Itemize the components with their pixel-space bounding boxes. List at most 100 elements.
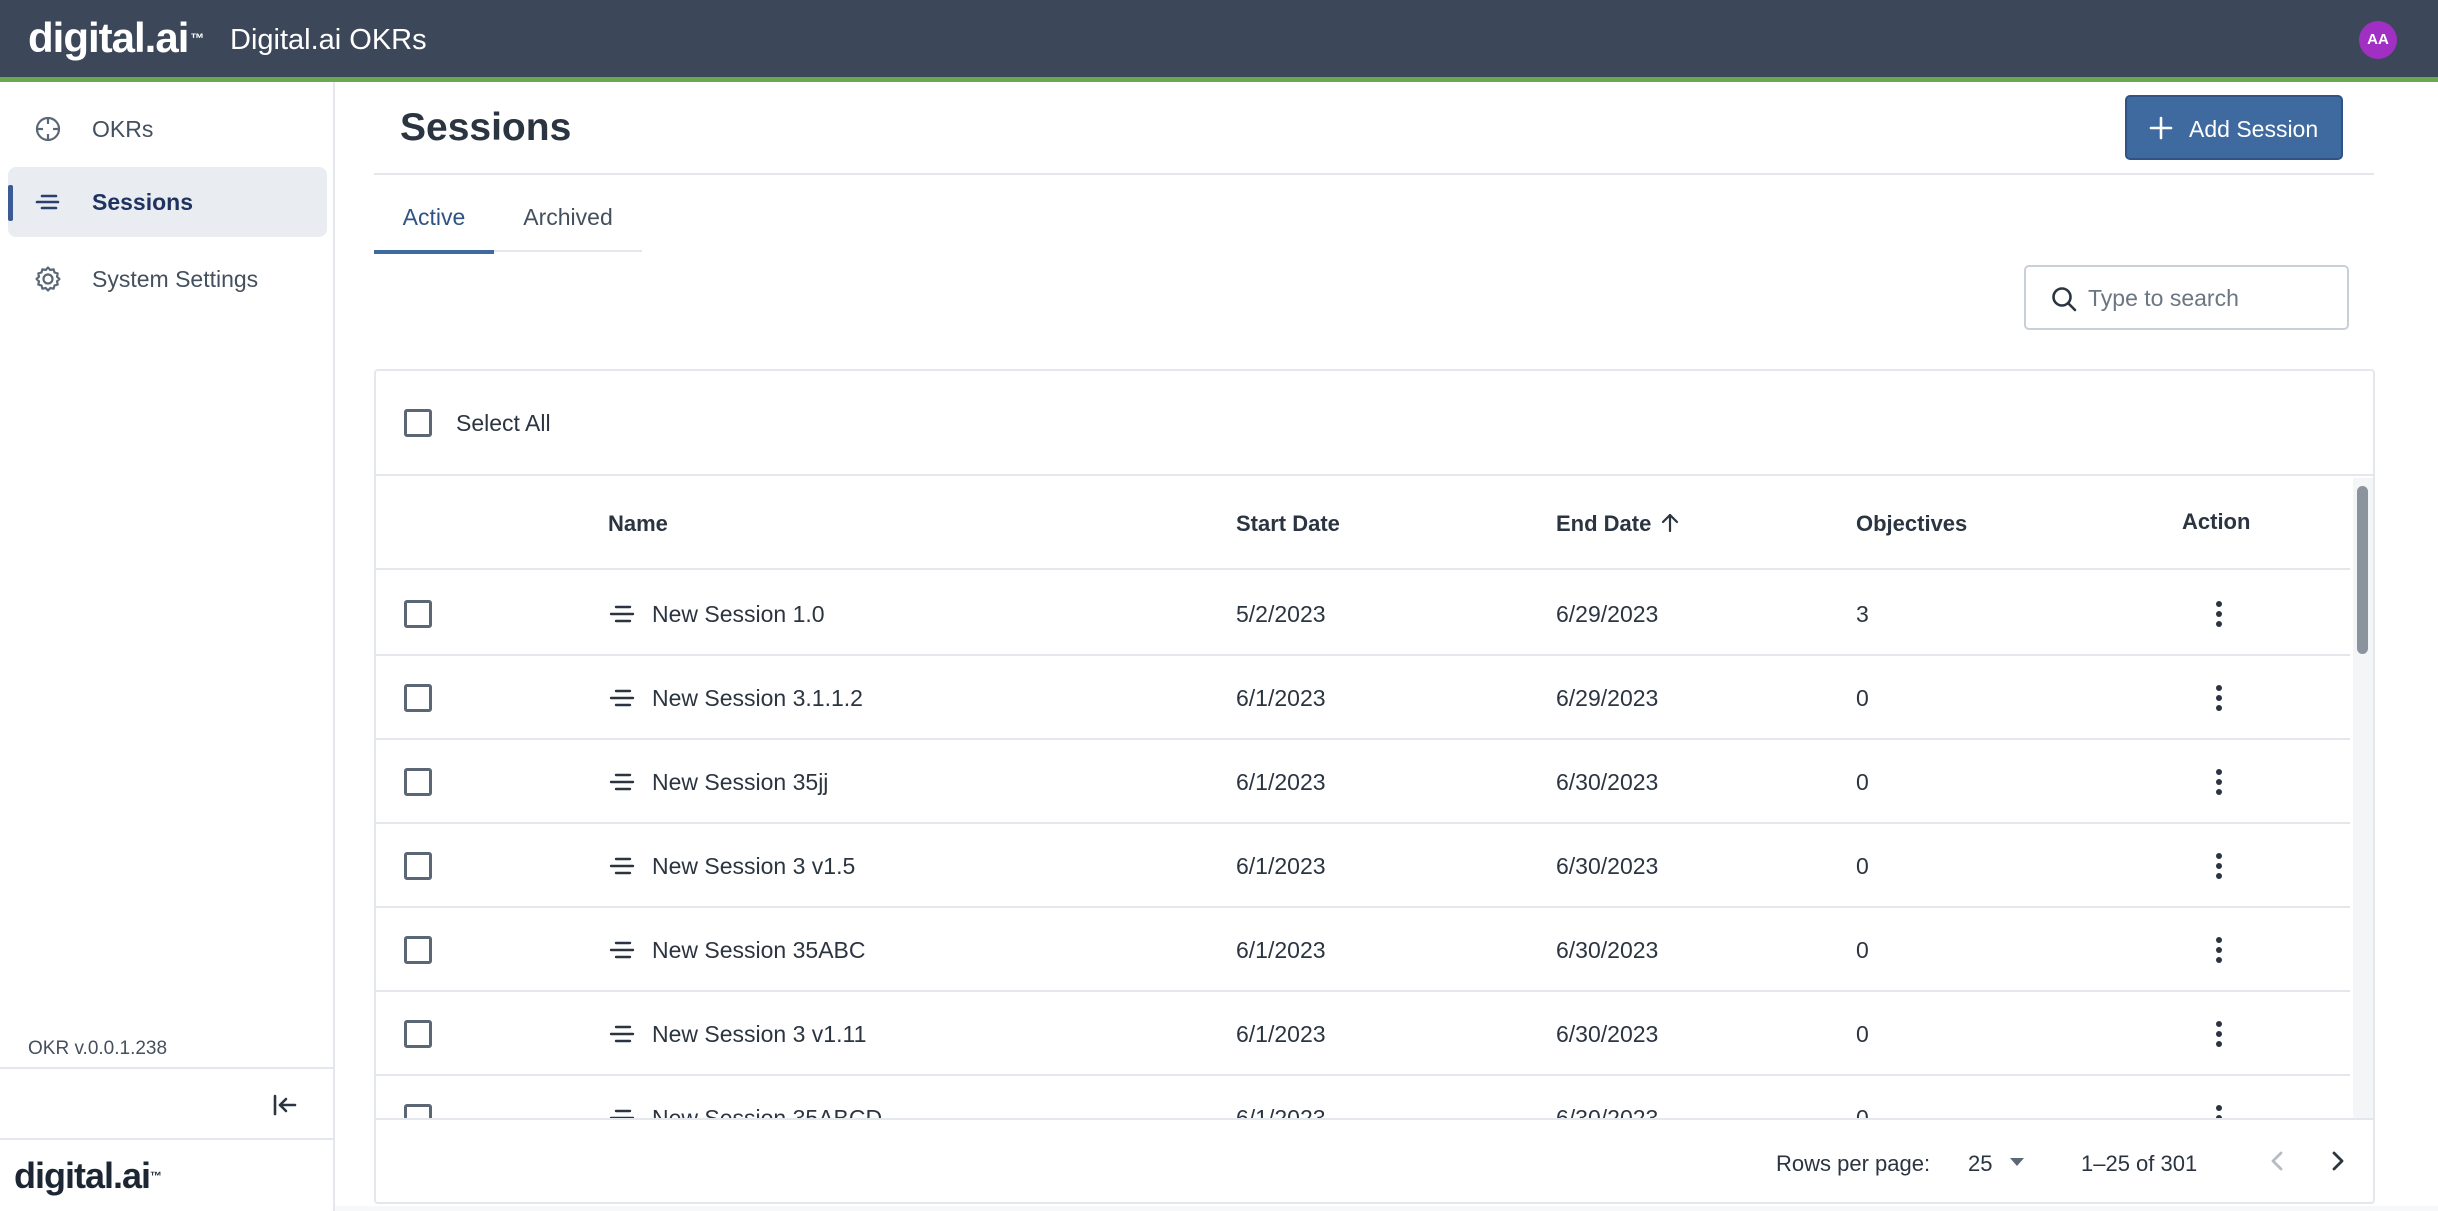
row-checkbox[interactable] — [404, 768, 432, 796]
select-all-bar: Select All — [376, 371, 2373, 476]
objectives-cell: 0 — [1856, 1105, 1869, 1118]
app-title: Digital.ai OKRs — [230, 24, 427, 56]
divider — [0, 1138, 333, 1140]
table-scrollbar[interactable] — [2353, 478, 2373, 1118]
end-date-cell: 6/30/2023 — [1556, 853, 1659, 879]
start-date-cell: 6/1/2023 — [1236, 937, 1326, 963]
column-header-start-date[interactable]: Start Date — [1236, 510, 1340, 538]
objectives-cell: 0 — [1856, 853, 1869, 879]
sidebar-item-label: System Settings — [92, 266, 259, 292]
start-date-cell: 6/1/2023 — [1236, 853, 1326, 879]
page-title: Sessions — [400, 106, 572, 149]
start-date-cell: 6/1/2023 — [1236, 769, 1326, 795]
sidebar-item-sessions[interactable]: Sessions — [8, 167, 327, 237]
gear-icon — [35, 266, 61, 292]
table-row[interactable]: New Session 1.0 5/2/2023 6/29/2023 3 — [376, 572, 2350, 656]
session-icon — [609, 689, 635, 707]
session-name-link[interactable]: New Session 35jj — [652, 767, 828, 797]
table-header: Name Start Date End Date Objectives Acti… — [376, 478, 2350, 570]
more-vertical-icon[interactable] — [2202, 764, 2236, 800]
table-row[interactable]: New Session 3 v1.5 6/1/2023 6/30/2023 0 — [376, 824, 2350, 908]
sidebar-item-label: Sessions — [92, 189, 193, 215]
search-input[interactable] — [2088, 279, 2338, 317]
table-row[interactable]: New Session 35ABCD 6/1/2023 6/30/2023 0 — [376, 1076, 2350, 1118]
objectives-cell: 0 — [1856, 1021, 1869, 1047]
sidebar-item-system-settings[interactable]: System Settings — [8, 244, 327, 314]
crosshair-icon — [35, 116, 61, 142]
objectives-cell: 0 — [1856, 937, 1869, 963]
end-date-cell: 6/30/2023 — [1556, 769, 1659, 795]
tab-archived[interactable]: Archived — [494, 196, 642, 252]
sessions-table-panel: Select All Name Start Date End Date Obje… — [374, 369, 2375, 1204]
session-name-link[interactable]: New Session 35ABCD — [652, 1103, 882, 1118]
start-date-cell: 6/1/2023 — [1236, 1021, 1326, 1047]
chevron-left-icon[interactable] — [2261, 1144, 2295, 1178]
end-date-cell: 6/30/2023 — [1556, 1021, 1659, 1047]
session-name-link[interactable]: New Session 3 v1.11 — [652, 1019, 866, 1049]
scrollbar-thumb[interactable] — [2357, 486, 2368, 654]
sessions-list-icon — [35, 194, 60, 210]
end-date-cell: 6/29/2023 — [1556, 685, 1659, 711]
more-vertical-icon[interactable] — [2202, 596, 2236, 632]
pagination-range: 1–25 of 301 — [2081, 1151, 2198, 1176]
column-header-objectives[interactable]: Objectives — [1856, 510, 1967, 538]
start-date-cell: 6/1/2023 — [1236, 685, 1326, 711]
rows-per-page-value: 25 — [1968, 1151, 1993, 1176]
version-label: OKR v.0.0.1.238 — [28, 1038, 168, 1059]
row-checkbox[interactable] — [404, 684, 432, 712]
caret-down-icon — [2010, 1158, 2024, 1166]
row-checkbox[interactable] — [404, 1104, 432, 1118]
session-icon — [609, 1109, 635, 1118]
column-header-name[interactable]: Name — [608, 510, 668, 538]
top-bar: digital.ai ™ Digital.ai OKRs AA — [0, 0, 2438, 82]
session-name-link[interactable]: New Session 3.1.1.2 — [652, 683, 863, 713]
row-checkbox[interactable] — [404, 1020, 432, 1048]
user-avatar[interactable]: AA — [2359, 21, 2397, 59]
sort-ascending-icon[interactable] — [1659, 512, 1681, 534]
add-session-label: Add Session — [2189, 116, 2319, 142]
end-date-cell: 6/29/2023 — [1556, 601, 1659, 627]
table-row[interactable]: New Session 35jj 6/1/2023 6/30/2023 0 — [376, 740, 2350, 824]
more-vertical-icon[interactable] — [2202, 848, 2236, 884]
end-date-cell: 6/30/2023 — [1556, 1105, 1659, 1118]
select-all-checkbox[interactable] — [404, 409, 432, 437]
more-vertical-icon[interactable] — [2202, 1100, 2236, 1118]
plus-icon — [2149, 116, 2173, 140]
more-vertical-icon[interactable] — [2202, 1016, 2236, 1052]
row-checkbox[interactable] — [404, 600, 432, 628]
session-icon — [609, 1025, 635, 1043]
search-icon — [2052, 287, 2077, 312]
more-vertical-icon[interactable] — [2202, 932, 2236, 968]
session-name-link[interactable]: New Session 35ABC — [652, 935, 866, 965]
sidebar-item-okrs[interactable]: OKRs — [8, 94, 327, 164]
session-icon — [609, 773, 635, 791]
session-name-link[interactable]: New Session 1.0 — [652, 599, 825, 629]
row-checkbox[interactable] — [404, 852, 432, 880]
row-checkbox[interactable] — [404, 936, 432, 964]
rows-per-page-select[interactable]: 25 — [1958, 1144, 2038, 1184]
rows-per-page-label: Rows per page: — [1776, 1151, 1931, 1176]
add-session-button[interactable]: Add Session — [2125, 95, 2343, 160]
more-vertical-icon[interactable] — [2202, 680, 2236, 716]
search-box — [2024, 265, 2349, 330]
sidebar-item-label: OKRs — [92, 116, 154, 142]
start-date-cell: 6/1/2023 — [1236, 1105, 1326, 1118]
title-divider — [374, 173, 2374, 175]
objectives-cell: 0 — [1856, 685, 1869, 711]
footer-logo: digital.ai™ — [14, 1155, 162, 1196]
pagination-bar: Rows per page: 25 1–25 of 301 — [376, 1118, 2373, 1202]
column-header-end-date[interactable]: End Date — [1556, 510, 1681, 538]
tab-active[interactable]: Active — [374, 196, 494, 254]
session-icon — [609, 857, 635, 875]
digital-ai-logo[interactable]: digital.ai ™ — [28, 14, 204, 62]
collapse-left-icon[interactable] — [268, 1088, 302, 1122]
column-header-action: Action — [2182, 509, 2251, 534]
session-icon — [609, 941, 635, 959]
end-date-cell: 6/30/2023 — [1556, 937, 1659, 963]
table-row[interactable]: New Session 3 v1.11 6/1/2023 6/30/2023 0 — [376, 992, 2350, 1076]
session-name-link[interactable]: New Session 3 v1.5 — [652, 851, 855, 881]
divider — [0, 1067, 333, 1069]
table-row[interactable]: New Session 3.1.1.2 6/1/2023 6/29/2023 0 — [376, 656, 2350, 740]
chevron-right-icon[interactable] — [2320, 1144, 2354, 1178]
table-row[interactable]: New Session 35ABC 6/1/2023 6/30/2023 0 — [376, 908, 2350, 992]
